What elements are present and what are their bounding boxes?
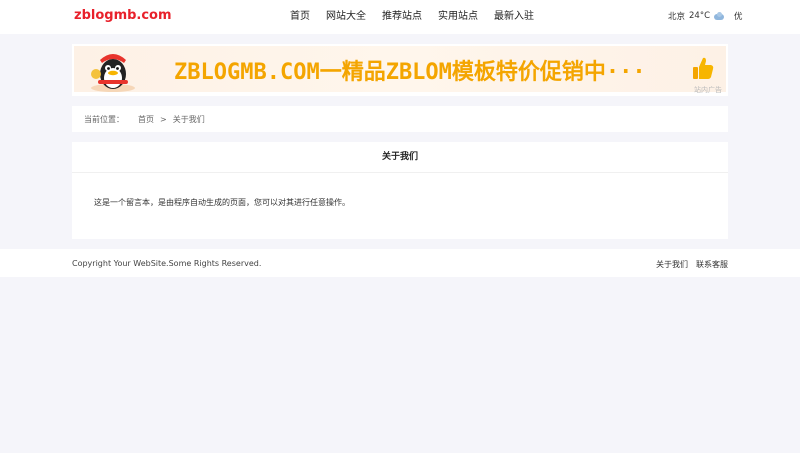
ad-banner-image[interactable]: ZBLOGMB.COM一精品ZBLOM模板特价促销中··· [74,46,726,92]
breadcrumb-current: 关于我们 [172,114,205,124]
content-panel: 关于我们 这是一个留言本，是由程序自动生成的页面，您可以对其进行任意操作。 [72,142,728,239]
weather-aqi: 优 [734,12,743,22]
ad-banner-text: ZBLOGMB.COM一精品ZBLOM模板特价促销中··· [174,60,646,85]
breadcrumb-home-link[interactable]: 首页 [138,114,154,125]
weather-city: 北京 [668,12,686,22]
cloud-icon [714,12,725,20]
ad-banner[interactable]: ZBLOGMB.COM一精品ZBLOM模板特价促销中··· 站内广告 [72,44,728,96]
nav-item-recommended[interactable]: 推荐站点 [382,11,422,23]
site-footer: Copyright Your WebSite.Some Rights Reser… [0,249,800,277]
footer-links: 关于我们 联系客服 [648,259,728,270]
page-body-text: 这是一个留言本，是由程序自动生成的页面，您可以对其进行任意操作。 [94,198,350,207]
nav-item-newest[interactable]: 最新入驻 [494,11,534,23]
nav-item-site-directory[interactable]: 网站大全 [326,11,366,23]
thumbs-up-icon [693,57,714,79]
main-nav: 首页 网站大全 推荐站点 实用站点 最新入驻 [290,11,550,23]
weather-temperature: 24°C [689,11,711,21]
nav-item-home[interactable]: 首页 [290,11,310,23]
breadcrumb: 当前位置： 首页 > 关于我们 [72,106,728,132]
footer-link-contact[interactable]: 联系客服 [696,259,728,270]
page-title: 关于我们 [72,142,728,173]
ad-label: 站内广告 [694,86,722,94]
site-logo[interactable]: zblogmb.com [74,8,172,23]
copyright-text: Copyright Your WebSite.Some Rights Reser… [72,259,262,268]
nav-item-useful-sites[interactable]: 实用站点 [438,11,478,23]
qq-mascot-icon [91,54,135,92]
breadcrumb-separator: > [160,114,167,124]
breadcrumb-label: 当前位置： [84,114,124,124]
site-header: zblogmb.com 首页 网站大全 推荐站点 实用站点 最新入驻 北京 24… [0,0,800,34]
weather-widget[interactable]: 北京 24°C 优 [668,10,743,22]
footer-link-about[interactable]: 关于我们 [656,259,688,270]
